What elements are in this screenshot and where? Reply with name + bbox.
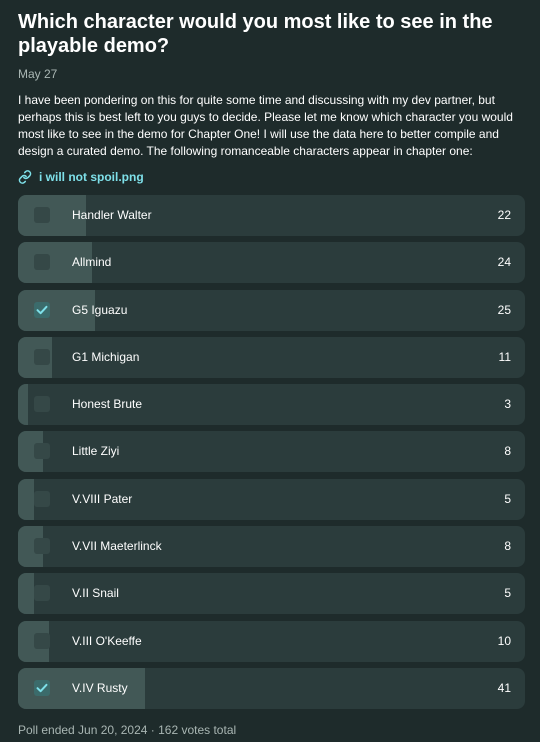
check-icon <box>36 305 48 314</box>
poll-option-votes: 10 <box>497 633 511 648</box>
poll-option-label: V.II Snail <box>72 586 119 601</box>
poll-option-result-bar <box>18 478 34 520</box>
poll-option[interactable]: V.III O'Keeffe 10 <box>18 620 525 662</box>
poll-option-label: Allmind <box>72 255 112 270</box>
checkbox[interactable] <box>34 207 50 223</box>
post-title: Which character would you most like to s… <box>18 11 493 57</box>
poll-option[interactable]: Little Ziyi 8 <box>18 431 525 473</box>
checkbox[interactable] <box>34 396 50 413</box>
poll-option-result-bar <box>18 573 34 615</box>
poll-option-votes: 5 <box>504 491 511 506</box>
link-icon <box>18 169 32 184</box>
poll-option-label: V.VIII Pater <box>72 491 133 506</box>
poll-options: Handler Walter 22 Allmind 24 G5 Iguazu 25 G1 M… <box>18 195 525 715</box>
poll-option-label: Honest Brute <box>72 397 143 412</box>
poll-option[interactable]: V.VIII Pater 5 <box>18 478 525 520</box>
checkbox-checked[interactable] <box>34 301 50 318</box>
poll-option-label: Handler Walter <box>72 208 152 222</box>
poll-option-result-bar <box>18 384 28 426</box>
poll-option-label: V.III O'Keeffe <box>72 633 142 648</box>
attachment-label: i will not spoil.png <box>39 169 144 184</box>
poll-option[interactable]: G1 Michigan 11 <box>18 336 525 378</box>
poll-option-label: V.IV Rusty <box>72 680 128 695</box>
poll-option-label: G5 Iguazu <box>72 302 128 317</box>
poll-option[interactable]: Handler Walter 22 <box>18 195 525 236</box>
poll-option[interactable]: G5 Iguazu 25 <box>18 289 525 331</box>
checkbox[interactable] <box>34 254 50 271</box>
checkbox[interactable] <box>34 632 50 649</box>
poll-footer: Poll ended Jun 20, 2024 · 162 votes tota… <box>18 723 237 737</box>
checkbox-checked[interactable] <box>34 679 50 696</box>
poll-option-votes: 3 <box>504 397 511 412</box>
poll-option-votes: 8 <box>504 444 511 459</box>
poll-option[interactable]: V.II Snail 5 <box>18 573 525 615</box>
poll-option[interactable]: V.VII Maeterlinck 8 <box>18 526 525 568</box>
poll-option-label: G1 Michigan <box>72 349 140 364</box>
poll-option-label: Little Ziyi <box>72 444 120 459</box>
post-body: I have been pondering on this for quite … <box>18 93 513 158</box>
checkbox[interactable] <box>34 443 50 460</box>
checkbox[interactable] <box>34 348 50 365</box>
poll-option-votes: 41 <box>497 680 511 695</box>
poll-option-label: V.VII Maeterlinck <box>72 539 162 554</box>
poll-option[interactable]: Honest Brute 3 <box>18 384 525 426</box>
post-date: May 27 <box>18 67 58 81</box>
poll-option-votes: 25 <box>497 302 511 317</box>
poll-option[interactable]: V.IV Rusty 41 <box>18 667 525 709</box>
poll-option-votes: 11 <box>498 349 511 364</box>
poll-option-votes: 24 <box>497 255 511 270</box>
post: Which character would you most like to s… <box>18 10 525 184</box>
attachment-link[interactable]: i will not spoil.png <box>18 169 525 184</box>
poll-option-votes: 8 <box>504 539 511 554</box>
poll-option[interactable]: Allmind 24 <box>18 242 525 284</box>
checkbox[interactable] <box>34 585 50 602</box>
checkbox[interactable] <box>34 538 50 555</box>
poll-option-votes: 22 <box>497 208 511 222</box>
poll-option-votes: 5 <box>504 586 511 601</box>
checkbox[interactable] <box>34 490 50 507</box>
check-icon <box>36 683 48 693</box>
